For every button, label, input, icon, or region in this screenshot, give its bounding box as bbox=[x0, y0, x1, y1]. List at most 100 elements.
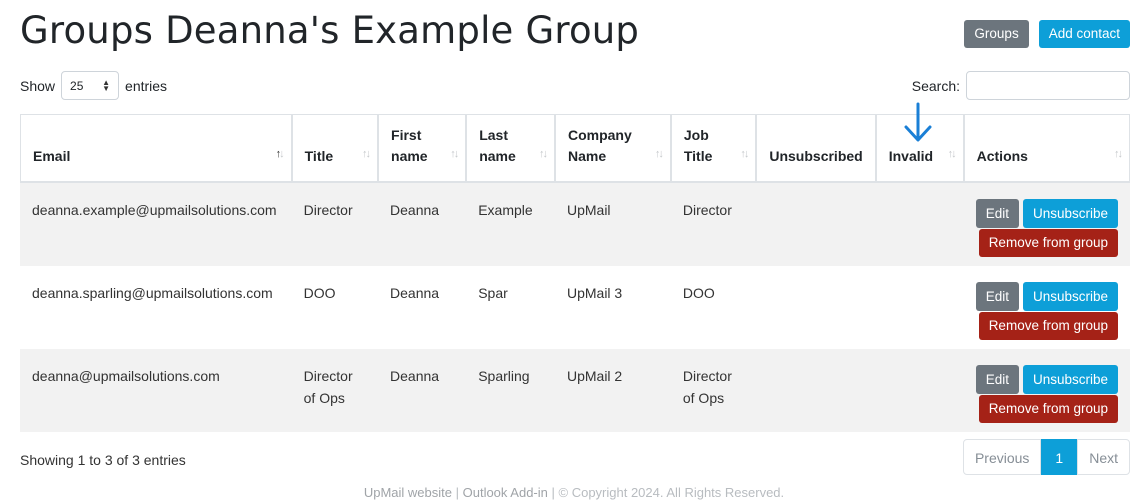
last-name-cell: Example bbox=[466, 183, 555, 266]
search-input[interactable] bbox=[966, 71, 1130, 100]
column-header-label: Unsubscribed bbox=[769, 148, 863, 164]
copyright: © Copyright 2024. All Rights Reserved. bbox=[558, 485, 785, 500]
email-cell: deanna.sparling@upmailsolutions.com bbox=[20, 266, 292, 349]
invalid-cell bbox=[875, 349, 964, 432]
entries-select[interactable]: 25 ▲ ▼ bbox=[61, 71, 120, 100]
column-header-label: name bbox=[391, 148, 428, 164]
unsubscribed-cell bbox=[756, 183, 876, 266]
column-header-label: Email bbox=[33, 148, 71, 164]
show-label: Show bbox=[20, 77, 56, 94]
edit-button[interactable]: Edit bbox=[975, 282, 1019, 311]
search: Search: bbox=[912, 71, 1130, 100]
groups-button[interactable]: Groups bbox=[964, 20, 1029, 48]
title-cell: DOO bbox=[291, 266, 379, 349]
sort-arrows-icon: ↑↓ bbox=[740, 148, 749, 160]
header-actions: Groups Add contact bbox=[964, 20, 1130, 48]
job-title-cell: DOO bbox=[670, 266, 757, 349]
job-title-cell: Director bbox=[670, 183, 757, 266]
unsubscribe-button[interactable]: Unsubscribe bbox=[1022, 282, 1118, 311]
table-row: deanna@upmailsolutions.com Director of Ops… bbox=[20, 349, 1130, 432]
job-title-cell: Director of Ops bbox=[670, 349, 757, 432]
table-row: deanna.example@upmailsolutions.com Direct… bbox=[20, 183, 1130, 266]
contacts-table: Email ↑↓ Title ↑↓ First name ↑↓ Last name ↑↓ Compa… bbox=[20, 114, 1130, 432]
first-name-cell: Deanna bbox=[378, 266, 467, 349]
actions-row: Edit Unsubscribe bbox=[975, 365, 1118, 394]
remove-from-group-button[interactable]: Remove from group bbox=[978, 395, 1118, 423]
job-title-cell-line: Director bbox=[682, 202, 732, 218]
page-1-button[interactable]: 1 bbox=[1041, 439, 1078, 475]
unsubscribed-cell bbox=[756, 266, 876, 349]
edit-button[interactable]: Edit bbox=[975, 365, 1019, 394]
email-cell: deanna.example@upmailsolutions.com bbox=[20, 183, 292, 266]
website-link[interactable]: UpMail website bbox=[364, 485, 452, 500]
remove-from-group-button[interactable]: Remove from group bbox=[978, 229, 1118, 257]
email-cell: deanna@upmailsolutions.com bbox=[20, 349, 292, 432]
title-cell: Director bbox=[291, 183, 379, 266]
column-header[interactable]: Job Title ↑↓ bbox=[670, 114, 757, 183]
actions-row: Remove from group bbox=[976, 229, 1118, 257]
table-info: Showing 1 to 3 of 3 entries bbox=[20, 452, 186, 468]
actions-row: Edit Unsubscribe bbox=[975, 282, 1118, 311]
actions-row: Remove from group bbox=[976, 395, 1118, 423]
search-label: Search: bbox=[911, 77, 960, 94]
table-body: deanna.example@upmailsolutions.com Direct… bbox=[20, 183, 1130, 432]
actions-cell: Edit Unsubscribe Remove from group bbox=[963, 183, 1130, 266]
title-cell: Director of Ops bbox=[291, 349, 379, 432]
column-header[interactable]: Title ↑↓ bbox=[291, 114, 379, 183]
footer: UpMail website | Outlook Add-in | © Copy… bbox=[363, 485, 785, 500]
title-cell-line: of Ops bbox=[303, 390, 345, 406]
column-header[interactable]: Last name ↑↓ bbox=[466, 114, 555, 183]
remove-from-group-button[interactable]: Remove from group bbox=[978, 312, 1118, 340]
column-header-label: First bbox=[391, 127, 422, 143]
sort-arrows-icon: ↑↓ bbox=[275, 148, 285, 160]
unsubscribe-button[interactable]: Unsubscribe bbox=[1022, 199, 1118, 228]
title-cell-line: Director bbox=[303, 368, 353, 384]
column-header[interactable]: Unsubscribed bbox=[756, 114, 876, 183]
pagination: Previous 1 Next bbox=[962, 439, 1130, 475]
last-name-cell: Spar bbox=[466, 266, 555, 349]
entries-label: entries bbox=[125, 77, 168, 94]
sort-arrows-icon: ↑↓ bbox=[538, 148, 548, 160]
job-title-cell-line: Director bbox=[682, 368, 732, 384]
table-header-row: Email ↑↓ Title ↑↓ First name ↑↓ Last name ↑↓ Compa… bbox=[20, 114, 1130, 183]
column-header[interactable]: Company Name ↑↓ bbox=[554, 114, 671, 183]
company-cell: UpMail bbox=[554, 183, 671, 266]
page-title: Groups Deanna's Example Group bbox=[20, 9, 640, 52]
invalid-cell bbox=[875, 183, 964, 266]
actions-cell: Edit Unsubscribe Remove from group bbox=[963, 349, 1130, 432]
actions-row: Edit Unsubscribe bbox=[975, 199, 1118, 228]
company-cell: UpMail 2 bbox=[554, 349, 671, 432]
column-header[interactable]: Email ↑↓ bbox=[20, 114, 292, 183]
edit-button[interactable]: Edit bbox=[975, 199, 1019, 228]
previous-button[interactable]: Previous bbox=[962, 439, 1042, 475]
column-header-label: Job bbox=[683, 127, 709, 143]
length-menu: Show 25 ▲ ▼ entries bbox=[20, 71, 167, 100]
column-header[interactable]: Actions ↑↓ bbox=[963, 114, 1130, 183]
sort-arrows-icon: ↑↓ bbox=[1114, 148, 1123, 160]
first-name-cell: Deanna bbox=[378, 349, 467, 432]
title-cell-line: Director bbox=[303, 202, 353, 218]
sort-arrows-icon: ↑↓ bbox=[362, 148, 371, 160]
entries-select-value: 25 bbox=[70, 78, 84, 93]
column-header-label: name bbox=[479, 148, 516, 164]
first-name-cell: Deanna bbox=[378, 183, 467, 266]
unsubscribe-button[interactable]: Unsubscribe bbox=[1022, 365, 1118, 394]
actions-row: Remove from group bbox=[976, 312, 1118, 340]
sort-arrows-icon: ↑↓ bbox=[450, 148, 459, 160]
column-header-label: Company bbox=[567, 127, 632, 143]
column-header-label: Title bbox=[304, 148, 334, 164]
next-button[interactable]: Next bbox=[1077, 439, 1130, 475]
last-name-cell: Sparling bbox=[466, 349, 555, 432]
unsubscribed-cell bbox=[756, 349, 876, 432]
table-row: deanna.sparling@upmailsolutions.com DOO De… bbox=[20, 266, 1130, 349]
outlook-addin-link[interactable]: Outlook Add-in bbox=[463, 485, 548, 500]
column-header-label: Actions bbox=[976, 148, 1028, 164]
add-contact-button[interactable]: Add contact bbox=[1038, 20, 1130, 48]
sort-arrows-icon: ↑↓ bbox=[947, 148, 957, 160]
column-header-label: Title bbox=[683, 148, 713, 164]
actions-cell: Edit Unsubscribe Remove from group bbox=[963, 266, 1130, 349]
title-cell-line: DOO bbox=[303, 285, 336, 301]
invalid-cell bbox=[875, 266, 964, 349]
column-header-label: Name bbox=[567, 148, 607, 164]
column-header[interactable]: First name ↑↓ bbox=[378, 114, 467, 183]
